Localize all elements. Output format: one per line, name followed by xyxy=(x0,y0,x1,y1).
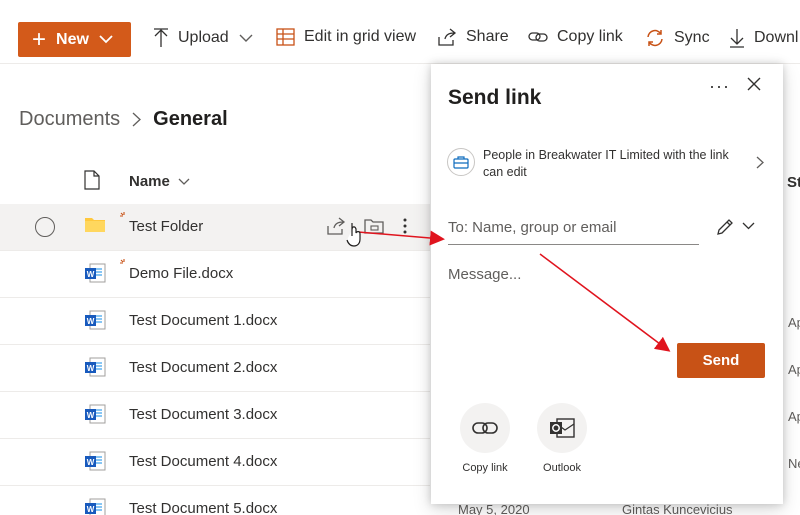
svg-text:W: W xyxy=(87,458,95,467)
name-header-label: Name xyxy=(129,173,170,190)
list-item[interactable]: Test Folder xyxy=(0,204,430,251)
file-name[interactable]: Test Document 4.docx xyxy=(129,453,277,470)
word-icon: W xyxy=(85,451,106,471)
list-item[interactable]: W Test Document 3.docx xyxy=(0,392,430,439)
list-item[interactable]: W Test Document 2.docx xyxy=(0,345,430,392)
pencil-icon[interactable] xyxy=(716,218,734,236)
status-cell: Ne xyxy=(788,456,800,471)
svg-text:W: W xyxy=(87,411,95,420)
file-name[interactable]: Test Document 5.docx xyxy=(129,500,277,515)
new-item-sparkle-icon xyxy=(120,259,125,264)
breadcrumb-general: General xyxy=(153,108,228,130)
send-link-dialog: Send link ··· People in Breakwater IT Li… xyxy=(431,64,783,504)
sync-label: Sync xyxy=(674,29,710,46)
share-icon[interactable] xyxy=(326,217,346,235)
link-icon xyxy=(528,32,548,42)
share-button[interactable]: Share xyxy=(437,28,509,46)
row-actions xyxy=(326,217,408,235)
file-type-header-icon[interactable] xyxy=(84,170,100,190)
name-column-header[interactable]: Name xyxy=(129,173,190,190)
chevron-down-icon xyxy=(178,178,190,185)
row-select-radio[interactable] xyxy=(35,217,55,237)
file-name[interactable]: Demo File.docx xyxy=(129,265,233,282)
outlook-option[interactable]: Outlook xyxy=(527,403,597,474)
outlook-icon xyxy=(537,403,587,453)
message-input[interactable]: Message... xyxy=(448,266,768,326)
new-button-label: New xyxy=(56,30,89,48)
chevron-right-icon xyxy=(756,156,764,169)
file-name[interactable]: Test Document 3.docx xyxy=(129,406,277,423)
svg-text:W: W xyxy=(87,270,95,279)
more-horizontal-icon[interactable]: ··· xyxy=(709,76,730,97)
permission-description: People in Breakwater IT Limited with the… xyxy=(483,148,729,179)
close-icon[interactable] xyxy=(747,77,761,91)
list-item[interactable]: W Demo File.docx xyxy=(0,251,430,298)
outlook-option-label: Outlook xyxy=(543,462,581,474)
status-cell: Ap xyxy=(788,315,800,330)
sync-icon xyxy=(647,29,663,47)
svg-text:W: W xyxy=(87,364,95,373)
list-item[interactable]: W Test Document 4.docx xyxy=(0,439,430,486)
status-column-header[interactable]: St xyxy=(787,174,800,191)
word-icon: W xyxy=(85,263,106,283)
more-vertical-icon[interactable] xyxy=(402,217,408,235)
copy-link-button[interactable]: Copy link xyxy=(528,28,623,46)
send-button[interactable]: Send xyxy=(677,343,765,378)
new-item-sparkle-icon xyxy=(120,212,125,217)
plus-icon: + xyxy=(32,25,47,53)
chevron-right-icon xyxy=(132,112,142,127)
upload-label: Upload xyxy=(178,29,229,46)
briefcase-icon xyxy=(447,148,475,176)
download-icon xyxy=(730,29,744,48)
folder-icon xyxy=(85,218,105,232)
breadcrumb-documents[interactable]: Documents xyxy=(19,108,120,131)
list-header: Name xyxy=(0,160,430,204)
copy-link-label: Copy link xyxy=(557,28,623,45)
edit-grid-view-label: Edit in grid view xyxy=(304,28,417,45)
upload-icon xyxy=(154,28,168,47)
upload-button[interactable]: Upload xyxy=(153,28,262,48)
chevron-down-icon[interactable] xyxy=(742,222,755,230)
download-label: Downl xyxy=(754,29,799,46)
link-icon xyxy=(460,403,510,453)
chevron-down-icon xyxy=(239,34,253,42)
svg-text:W: W xyxy=(87,505,95,514)
chevron-down-icon xyxy=(99,31,113,49)
sync-button[interactable]: Sync xyxy=(645,28,710,48)
status-cell: Ap xyxy=(788,362,800,377)
new-button[interactable]: + New xyxy=(18,22,131,57)
svg-text:W: W xyxy=(87,317,95,326)
list-item[interactable]: W Test Document 5.docx xyxy=(0,486,430,515)
copy-link-option[interactable]: Copy link xyxy=(450,403,520,474)
share-icon xyxy=(438,28,457,46)
word-icon: W xyxy=(85,404,106,424)
copy-link-option-label: Copy link xyxy=(462,462,508,474)
list-item[interactable]: W Test Document 1.docx xyxy=(0,298,430,345)
dialog-title: Send link xyxy=(448,86,542,109)
word-icon: W xyxy=(85,498,106,515)
recipient-input[interactable]: To: Name, group or email xyxy=(448,211,699,245)
share-label: Share xyxy=(466,28,509,45)
download-button[interactable]: Downl xyxy=(729,28,798,48)
word-icon: W xyxy=(85,310,106,330)
grid-icon xyxy=(276,28,295,46)
folder-copy-icon[interactable] xyxy=(364,217,384,235)
edit-grid-view-button[interactable]: Edit in grid view xyxy=(276,28,416,46)
link-permissions-button[interactable]: People in Breakwater IT Limited with the… xyxy=(447,144,767,184)
file-name[interactable]: Test Folder xyxy=(129,218,203,235)
file-name[interactable]: Test Document 1.docx xyxy=(129,312,277,329)
word-icon: W xyxy=(85,357,106,377)
breadcrumb: Documents General xyxy=(19,108,228,131)
file-name[interactable]: Test Document 2.docx xyxy=(129,359,277,376)
command-bar: + New Upload Edit in grid view Share Cop… xyxy=(0,0,800,64)
status-cell: Ap xyxy=(788,409,800,424)
